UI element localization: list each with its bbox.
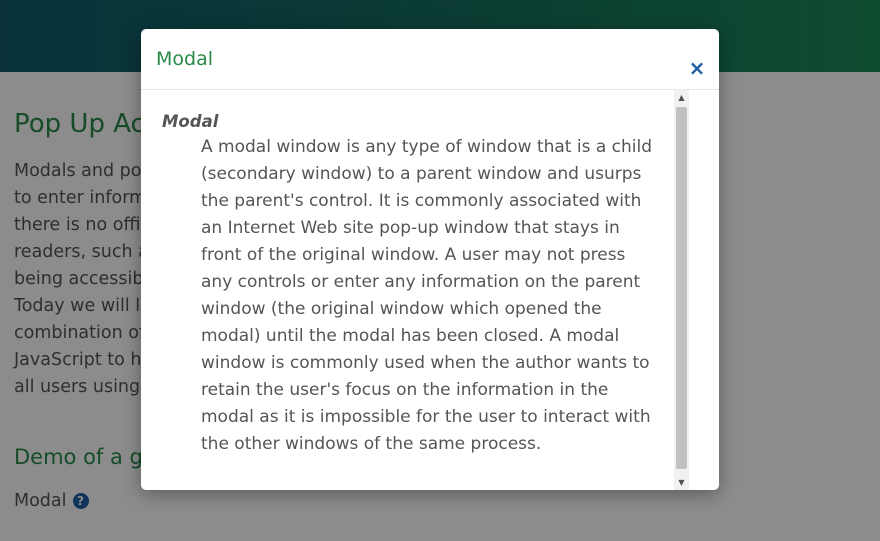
definition-term: Modal <box>162 112 219 131</box>
close-icon[interactable]: × <box>687 57 707 79</box>
scrollbar-thumb[interactable] <box>676 107 687 469</box>
modal-title: Modal <box>156 48 213 70</box>
modal-body: Modal A modal window is any type of wind… <box>141 90 689 490</box>
modal-scrollbar[interactable]: ▲ ▼ <box>674 90 689 490</box>
definition-description: A modal window is any type of window tha… <box>201 137 653 454</box>
page: Pop Up Ac Modals and pop to enter inform… <box>0 0 880 541</box>
modal-header: Modal × <box>141 29 719 90</box>
modal-dialog: Modal × Modal A modal window is any type… <box>141 29 719 490</box>
scroll-down-arrow-icon[interactable]: ▼ <box>674 475 689 490</box>
scroll-up-arrow-icon[interactable]: ▲ <box>674 90 689 105</box>
